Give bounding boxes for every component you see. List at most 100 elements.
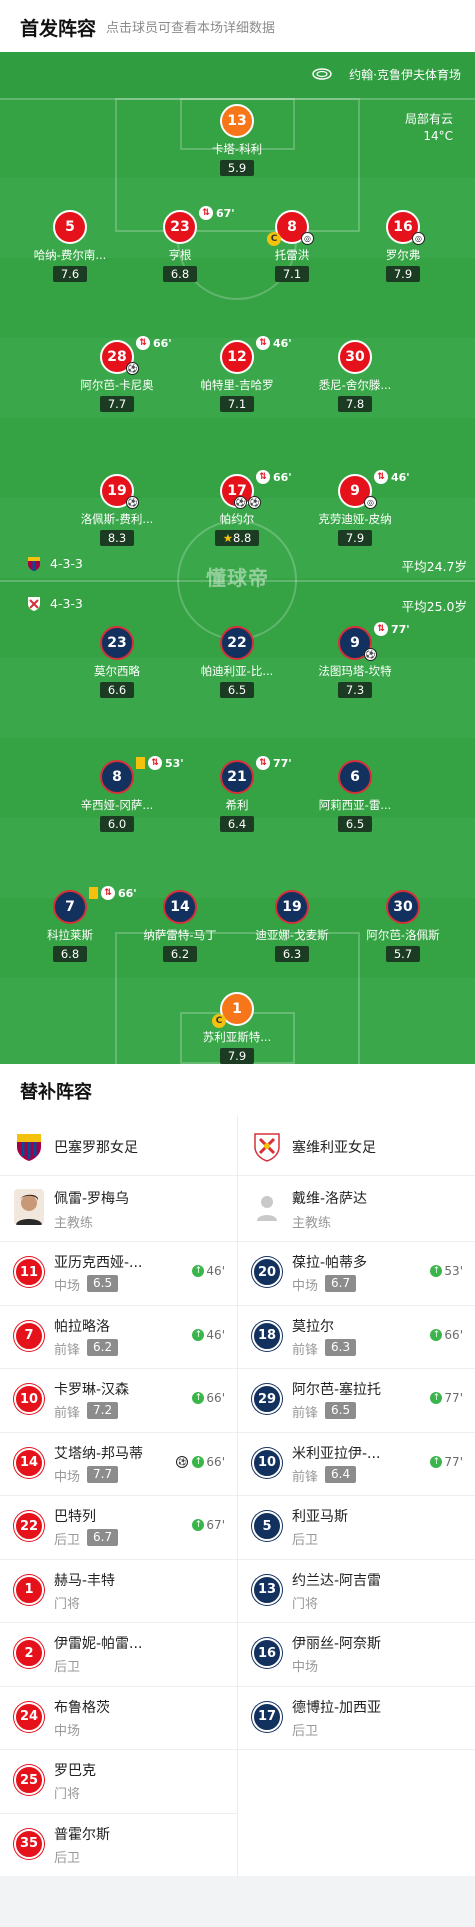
player-name: 莫拉尔	[292, 1318, 334, 1335]
player-card[interactable]: 19 ⚽ 洛佩斯-费利... 8.3	[62, 474, 172, 546]
player-card[interactable]: 9 ⇅ 46' ◎ 克劳迪娅-皮纳 7.9	[300, 470, 410, 546]
player-card[interactable]: 5 哈纳-费尔南... 7.6	[15, 210, 125, 282]
player-card[interactable]: 12 ⇅ 46' 帕特里-吉哈罗 7.1	[182, 336, 292, 412]
player-card[interactable]: 28 ⇅ 66' ⚽ 阿尔芭-卡尼奥 7.7	[62, 336, 172, 412]
coach-role: 主教练	[54, 1216, 94, 1231]
player-number: 8	[112, 769, 122, 785]
player-card[interactable]: 22 帕迪利亚-比... 6.5	[182, 626, 292, 698]
player-card[interactable]: 16 ◎ 罗尔弗 7.9	[348, 210, 458, 282]
player-number: 13	[220, 104, 254, 138]
bench-player-row[interactable]: 24 布鲁格茨 中场	[0, 1687, 237, 1750]
player-name: 法图玛塔-坎特	[318, 664, 392, 678]
player-number: 8	[287, 219, 297, 235]
sub-minute: 77'	[391, 622, 410, 636]
bench-player-row[interactable]: 25 罗巴克 门将	[0, 1750, 237, 1814]
player-number: 17	[252, 1701, 282, 1732]
bench-player-row[interactable]: 18 莫拉尔 前锋 6.3 ↑ 66'	[238, 1306, 475, 1369]
bench-player-row[interactable]: 1 赫马-丰特 门将	[0, 1560, 237, 1623]
captain-icon: C	[267, 232, 281, 246]
player-card[interactable]: 1 C 苏利亚斯特... 7.9	[182, 992, 292, 1064]
player-card[interactable]: 23 ⇅ 67' 亨根 6.8	[125, 206, 235, 282]
player-card[interactable]: 7 ⇅ 66' 科拉莱斯 6.8	[15, 886, 137, 962]
player-number: 28	[107, 349, 127, 365]
player-card[interactable]: 23 莫尔西略 6.6	[62, 626, 172, 698]
sub-minute: 66'	[444, 1327, 463, 1342]
player-rating: 6.4	[219, 816, 255, 832]
bench-player-row[interactable]: 17 德博拉-加西亚 后卫	[238, 1687, 475, 1750]
player-card[interactable]: 14 纳萨雷特-马丁 6.2	[125, 890, 235, 962]
player-card[interactable]: 19 迪亚娜-戈麦斯 6.3	[237, 890, 347, 962]
away-formation: 4-3-3	[50, 596, 83, 611]
player-rating: 6.4	[325, 1465, 357, 1483]
bench-player-row[interactable]: 10 卡罗琳-汉森 前锋 7.2 ↑ 66'	[0, 1369, 237, 1433]
bench-player-row[interactable]: 7 帕拉略洛 前锋 6.2 ↑ 46'	[0, 1306, 237, 1369]
bench-player-row[interactable]: 2 伊雷妮-帕雷... 后卫	[0, 1623, 237, 1687]
bench-player-row[interactable]: 22 巴特列 后卫 6.7 ↑ 67'	[0, 1496, 237, 1560]
player-card[interactable]: 9 ⇅ 77' ⚽ 法图玛塔-坎特 7.3	[300, 622, 410, 698]
player-card[interactable]: 30 悉尼-舍尔滕... 7.8	[300, 340, 410, 412]
away-team-header[interactable]: 塞维利亚女足	[238, 1116, 475, 1176]
bench-player-row[interactable]: 14 艾塔纳-邦马蒂 中场 7.7 ⚽ ↑ 66'	[0, 1433, 237, 1496]
coach-role: 主教练	[292, 1216, 332, 1231]
player-number: 5	[53, 210, 87, 244]
sub-in-icon: ↑	[430, 1328, 443, 1341]
coach-row[interactable]: 佩雷-罗梅乌 主教练	[0, 1176, 237, 1242]
player-rating: 7.9	[219, 1048, 255, 1064]
player-name: 洛佩斯-费利...	[80, 512, 154, 526]
player-name: 悉尼-舍尔滕...	[318, 378, 392, 392]
player-number: 5	[252, 1511, 282, 1541]
player-card[interactable]: 6 阿莉西亚-雷... 6.5	[300, 760, 410, 832]
player-rating: 7.3	[337, 682, 373, 698]
sub-minute: 67'	[206, 1518, 225, 1532]
player-number: 11	[14, 1257, 44, 1287]
sub-in-marker: ↑ 77'	[430, 1391, 463, 1405]
player-number: 6	[338, 760, 372, 794]
player-name: 伊雷妮-帕雷...	[54, 1636, 143, 1652]
player-rating: 6.5	[337, 816, 373, 832]
sub-minute: 66'	[273, 470, 292, 484]
player-card[interactable]: 17 ⇅ 66' ⚽ ⚽ 帕约尔 ★8.8	[182, 470, 292, 546]
player-name: 科拉莱斯	[47, 928, 93, 942]
sub-minute: 66'	[206, 1391, 225, 1405]
player-number: 23	[100, 626, 134, 660]
player-number: 2	[14, 1638, 44, 1668]
player-rating: 6.0	[99, 816, 135, 832]
sub-out-icon: ⇅	[256, 756, 270, 770]
bench-player-row[interactable]: 29 阿尔芭-塞拉托 前锋 6.5 ↑ 77'	[238, 1369, 475, 1433]
player-number: 19	[275, 890, 309, 924]
bench-player-row[interactable]: 10 米利亚拉伊-... 前锋 6.4 ↑ 77'	[238, 1433, 475, 1496]
player-rating: 7.7	[87, 1465, 119, 1483]
player-number: 24	[14, 1701, 44, 1732]
player-name: 罗尔弗	[385, 248, 421, 262]
coach-row[interactable]: 戴维-洛萨达 主教练	[238, 1176, 475, 1242]
player-card[interactable]: 13 卡塔-科利 5.9	[182, 104, 292, 176]
player-card[interactable]: 21 ⇅ 77' 希利 6.4	[182, 756, 292, 832]
bench-player-row[interactable]: 16 伊丽丝-阿奈斯 中场	[238, 1623, 475, 1687]
goal-icon: ⚽	[234, 496, 247, 509]
sub-in-icon: ↑	[192, 1519, 205, 1531]
bench-player-row[interactable]: 13 约兰达-阿吉雷 门将	[238, 1560, 475, 1623]
lineup-header: 首发阵容 点击球员可查看本场详细数据	[0, 0, 475, 52]
player-number: 12	[227, 349, 247, 365]
bench-player-row[interactable]: 20 葆拉-帕蒂多 中场 6.7 ↑ 53'	[238, 1242, 475, 1306]
player-position: 中场	[54, 1723, 81, 1739]
player-position: 前锋	[54, 1406, 81, 1421]
player-rating: 6.2	[162, 946, 198, 962]
home-team-row: 4-3-3 平均24.7岁	[0, 554, 475, 574]
player-number: 18	[252, 1320, 282, 1351]
home-team-header[interactable]: 巴塞罗那女足	[0, 1116, 237, 1176]
player-name: 利亚马斯	[292, 1509, 348, 1525]
goal-icon: ⚽	[364, 648, 377, 661]
page-title: 首发阵容	[20, 18, 97, 40]
player-card[interactable]: 8 C ◎ 托雷洪 7.1	[237, 210, 347, 282]
player-card[interactable]: 8 ⇅ 53' 辛西娅-冈萨... 6.0	[62, 756, 184, 832]
page-subtitle: 点击球员可查看本场详细数据	[106, 21, 276, 36]
player-card[interactable]: 30 阿尔芭-洛佩斯 5.7	[348, 890, 458, 962]
barcelona-logo-icon	[28, 557, 40, 571]
bench-player-row[interactable]: 5 利亚马斯 后卫	[238, 1496, 475, 1560]
player-position: 中场	[292, 1660, 319, 1675]
bench-player-row[interactable]: 11 亚历克西娅-... 中场 6.5 ↑ 46'	[0, 1242, 237, 1306]
bench-player-row[interactable]: 35 普霍尔斯 后卫	[0, 1814, 237, 1878]
home-bench-column: 巴塞罗那女足 佩雷-罗梅乌 主教练 11 亚历克西娅-... 中场 6.5 ↑ 4…	[0, 1116, 237, 1877]
player-name: 阿莉西亚-雷...	[318, 798, 392, 812]
